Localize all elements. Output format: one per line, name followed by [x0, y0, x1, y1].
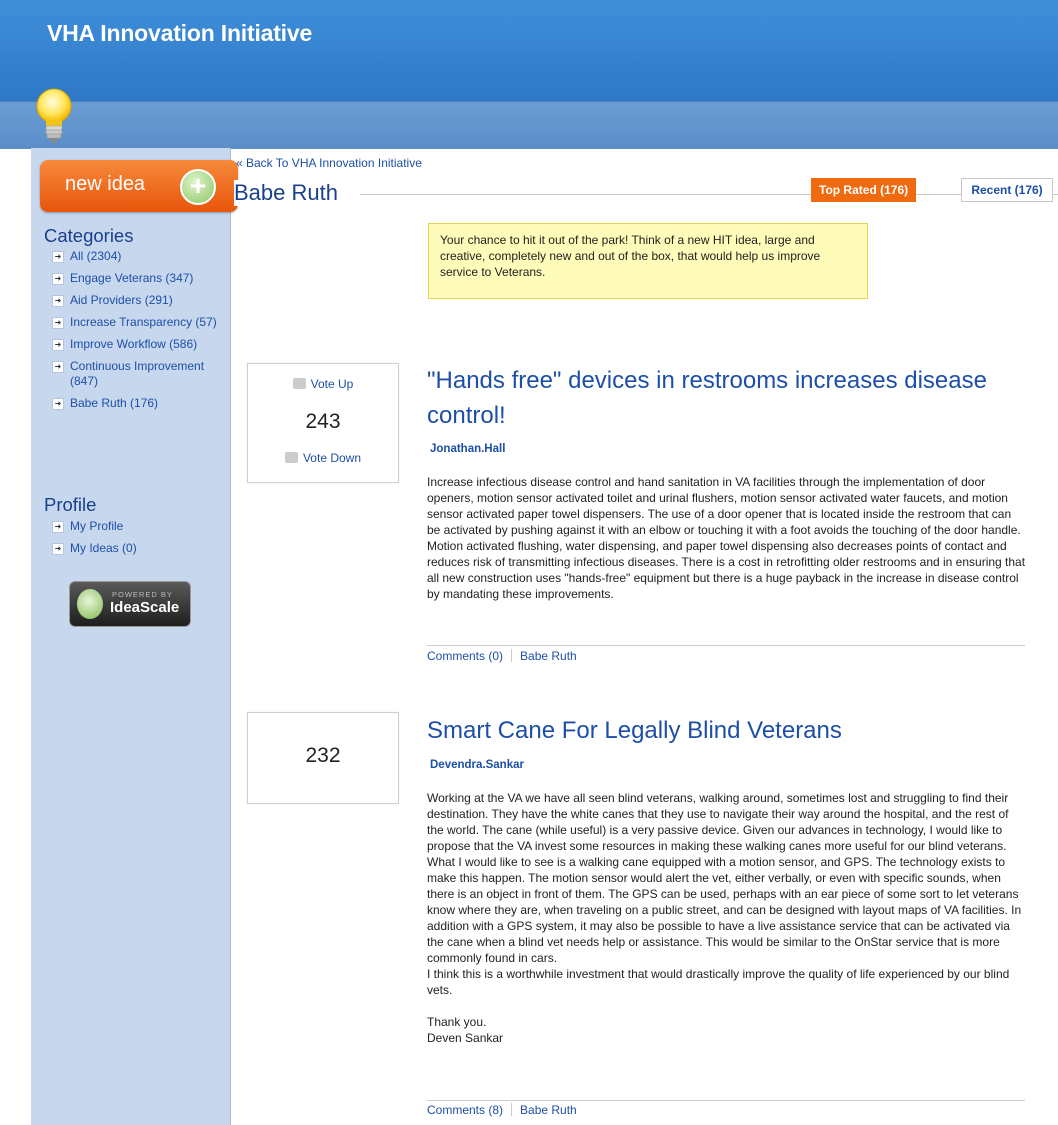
category-description: Your chance to hit it out of the park! T… — [428, 223, 868, 299]
sidebar-item-label: My Ideas (0) — [70, 541, 137, 555]
sidebar-item-label: Continuous Improvement (847) — [70, 359, 205, 388]
arrow-icon: ➜ — [52, 317, 64, 329]
vote-up-label: Vote Up — [310, 377, 354, 391]
categories-list: ➜ All (2304) ➜ Engage Veterans (347) ➜ Aid … — [52, 249, 220, 418]
sidebar-item-all[interactable]: ➜ All (2304) — [52, 249, 220, 264]
vote-box: Vote Up 243 Vote Down — [247, 363, 399, 483]
idea-body-spacer — [427, 998, 1027, 1014]
back-link[interactable]: « Back To VHA Innovation Initiative — [236, 156, 422, 170]
lightbulb-icon — [36, 88, 72, 143]
sidebar-item-label: My Profile — [70, 519, 124, 533]
footer-separator — [511, 649, 513, 662]
categories-heading: Categories — [44, 225, 134, 246]
ideascale-bulb-icon — [77, 589, 103, 619]
page-title: Babe Ruth — [234, 180, 344, 206]
ideascale-badge[interactable]: POWERED BY IdeaScale — [69, 581, 191, 627]
sidebar-item-improve-workflow[interactable]: ➜ Improve Workflow (586) — [52, 337, 220, 352]
idea-body-text: I think this is a worthwhile investment … — [427, 967, 1010, 997]
new-idea-button[interactable]: new idea + — [40, 160, 238, 212]
idea-divider — [427, 645, 1025, 646]
arrow-icon: ➜ — [52, 295, 64, 307]
vote-box: 232 — [247, 712, 399, 804]
idea-title[interactable]: Smart Cane For Legally Blind Veterans — [427, 713, 1027, 748]
vote-count: 232 — [305, 744, 341, 767]
title-divider — [360, 194, 1058, 195]
badge-powered-text: POWERED BY — [112, 590, 173, 599]
arrow-icon: ➜ — [52, 543, 64, 555]
idea-author[interactable]: Jonathan.Hall — [430, 443, 505, 455]
idea-footer: Comments (0) Babe Ruth — [427, 649, 577, 663]
comments-link[interactable]: Comments (0) — [427, 649, 503, 663]
sidebar-item-my-ideas[interactable]: ➜ My Ideas (0) — [52, 541, 220, 556]
idea-body-text: Increase infectious disease control and … — [427, 475, 1026, 601]
sidebar-item-label: Aid Providers (291) — [70, 293, 173, 307]
vote-count: 243 — [305, 410, 341, 433]
vote-down-label: Vote Down — [302, 451, 362, 465]
arrow-icon: ➜ — [52, 273, 64, 285]
footer-separator — [511, 1103, 513, 1116]
arrow-icon: ➜ — [52, 339, 64, 351]
idea-divider — [427, 1100, 1025, 1101]
arrow-icon: ➜ — [52, 398, 64, 410]
comments-link[interactable]: Comments (8) — [427, 1103, 503, 1117]
site-title[interactable]: VHA Innovation Initiative — [47, 20, 312, 47]
idea-body-text: Thank you. — [427, 1015, 487, 1029]
tab-recent[interactable]: Recent (176) — [961, 178, 1053, 202]
idea-author[interactable]: Devendra.Sankar — [430, 759, 524, 771]
sidebar-item-continuous-improvement[interactable]: ➜ Continuous Improvement (847) — [52, 359, 220, 389]
sidebar-item-label: Babe Ruth (176) — [70, 396, 159, 410]
sidebar-item-label: All (2304) — [70, 249, 122, 263]
vote-up-button[interactable]: Vote Up — [248, 377, 398, 391]
category-link[interactable]: Babe Ruth — [520, 1103, 577, 1117]
tab-top-rated[interactable]: Top Rated (176) — [811, 178, 917, 202]
profile-heading: Profile — [44, 494, 97, 515]
sidebar-item-label: Engage Veterans (347) — [70, 271, 194, 285]
profile-list: ➜ My Profile ➜ My Ideas (0) — [52, 519, 220, 563]
badge-name: IdeaScale — [110, 599, 180, 616]
sidebar: new idea + Categories ➜ All (2304) ➜ Engag… — [31, 148, 238, 1125]
nav-bar — [0, 101, 1058, 149]
idea-body: Working at the VA we have all seen blind… — [427, 790, 1027, 1046]
sidebar-item-babe-ruth[interactable]: ➜ Babe Ruth (176) — [52, 396, 220, 411]
arrow-icon: ➜ — [52, 361, 64, 373]
sidebar-item-label: Increase Transparency (57) — [70, 315, 217, 329]
arrow-icon: ➜ — [52, 521, 64, 533]
arrow-icon: ➜ — [52, 251, 64, 263]
sidebar-item-engage-veterans[interactable]: ➜ Engage Veterans (347) — [52, 271, 220, 286]
sidebar-item-aid-providers[interactable]: ➜ Aid Providers (291) — [52, 293, 220, 308]
thumbs-up-icon — [292, 378, 306, 389]
idea-title[interactable]: "Hands free" devices in restrooms increa… — [427, 363, 1027, 433]
sidebar-item-increase-transparency[interactable]: ➜ Increase Transparency (57) — [52, 315, 220, 330]
vote-down-button[interactable]: Vote Down — [248, 451, 398, 465]
plus-icon: + — [180, 169, 216, 205]
site-header: VHA Innovation Initiative — [0, 0, 1058, 149]
idea-body-text: Working at the VA we have all seen blind… — [427, 791, 1022, 965]
thumbs-down-icon — [284, 452, 298, 463]
idea-body-text: Deven Sankar — [427, 1031, 504, 1045]
sidebar-item-label: Improve Workflow (586) — [70, 337, 198, 351]
new-idea-label: new idea — [65, 173, 146, 195]
idea-body: Increase infectious disease control and … — [427, 474, 1027, 602]
sidebar-item-my-profile[interactable]: ➜ My Profile — [52, 519, 220, 534]
category-link[interactable]: Babe Ruth — [520, 649, 577, 663]
idea-footer: Comments (8) Babe Ruth — [427, 1103, 577, 1117]
